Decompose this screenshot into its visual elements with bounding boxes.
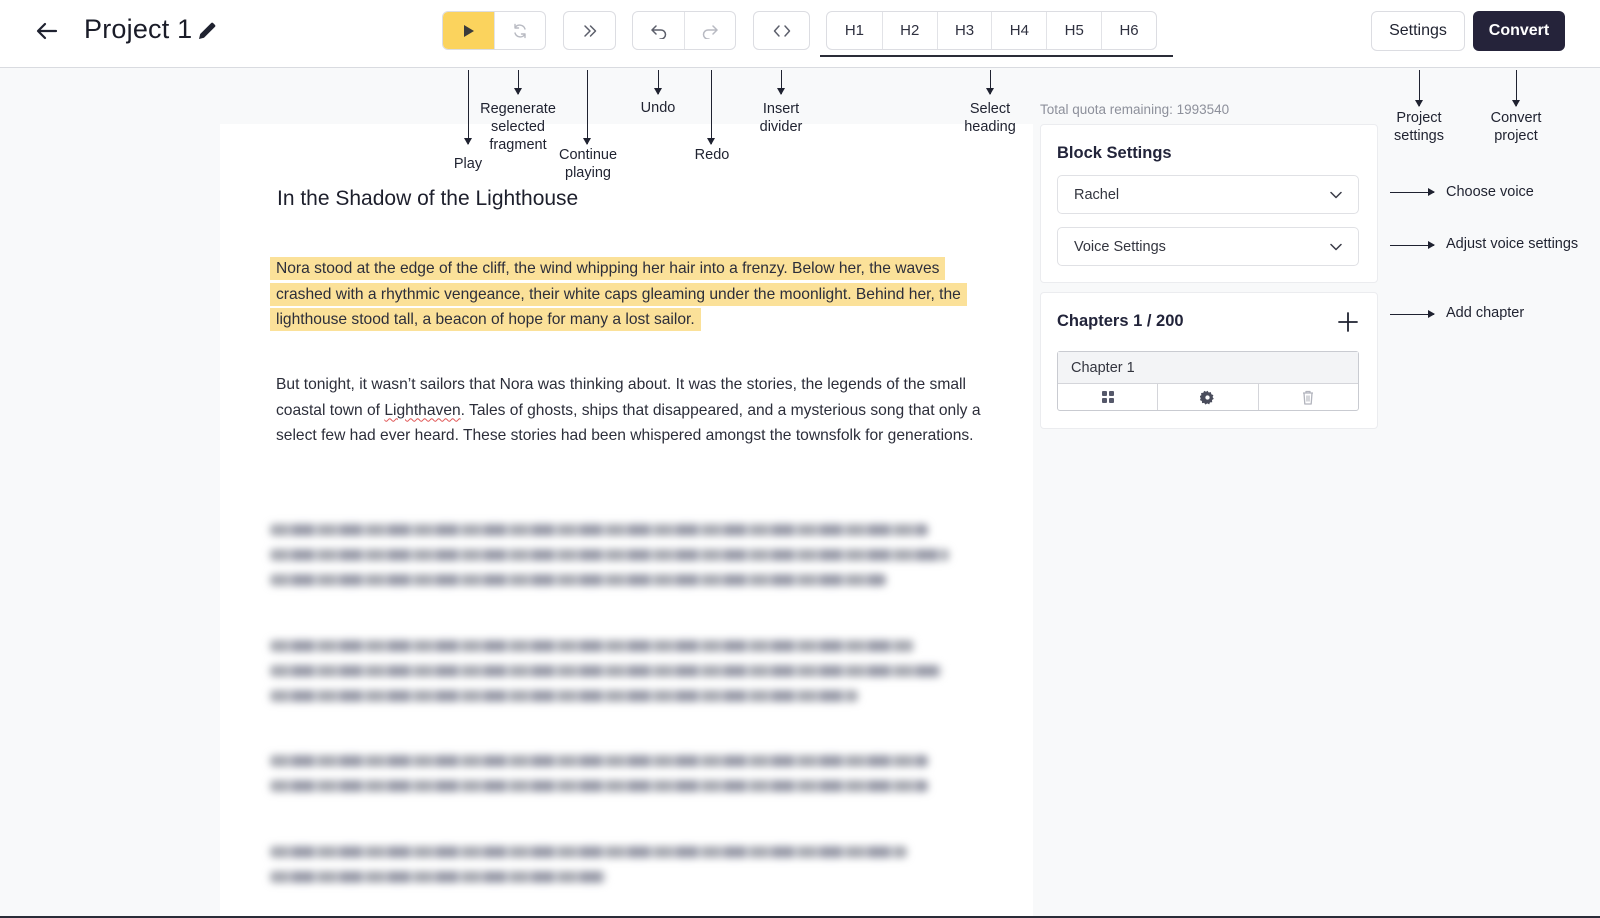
chevron-down-icon	[1330, 191, 1342, 198]
top-bar: Project 1 H1 H2 H3 H4 H5 H6 Settings Con…	[0, 0, 1600, 68]
document-title[interactable]: In the Shadow of the Lighthouse	[277, 187, 578, 211]
divider-annotation: Insert divider	[759, 101, 803, 135]
divider-arrow	[777, 70, 785, 95]
continue-group	[563, 11, 616, 50]
selected-fragment[interactable]: Nora stood at the edge of the cliff, the…	[270, 257, 967, 331]
undo-icon	[650, 24, 666, 39]
add-chapter-annotation: Add chapter	[1446, 305, 1525, 321]
regenerate-arrow	[514, 70, 522, 95]
chapter-item[interactable]: Chapter 1	[1057, 351, 1359, 411]
blurred-paragraph	[270, 640, 970, 715]
heading-h3-button[interactable]: H3	[936, 12, 992, 49]
undo-arrow	[654, 70, 662, 95]
voice-settings-label: Voice Settings	[1074, 238, 1166, 255]
add-chapter-arrow	[1390, 310, 1435, 318]
chapters-card: Chapters 1 / 200 Chapter 1	[1040, 292, 1378, 429]
project-settings-arrow	[1415, 70, 1423, 107]
chevron-down-icon	[1330, 243, 1342, 250]
delete-trash-icon[interactable]	[1257, 384, 1358, 410]
convert-arrow	[1512, 70, 1520, 107]
editor-canvas[interactable]: In the Shadow of the Lighthouse Nora sto…	[220, 124, 1033, 918]
continue-playing-button[interactable]	[564, 12, 615, 49]
blurred-paragraph	[270, 524, 970, 599]
continue-annotation: Continue playing	[558, 147, 618, 181]
heading-h6-button[interactable]: H6	[1101, 12, 1156, 49]
heading-h5-button[interactable]: H5	[1046, 12, 1101, 49]
double-chevron-right-icon	[583, 24, 596, 37]
misspelled-word[interactable]: Lighthaven	[384, 402, 460, 419]
refresh-icon	[514, 23, 526, 38]
redo-button[interactable]	[684, 12, 735, 49]
play-button[interactable]	[443, 12, 495, 49]
redo-annotation: Redo	[694, 147, 730, 163]
project-title: Project 1	[84, 14, 193, 44]
play-annotation: Play	[453, 156, 483, 172]
settings-button[interactable]: Settings	[1371, 11, 1465, 51]
voice-select-value: Rachel	[1074, 186, 1120, 203]
code-brackets-icon	[773, 24, 790, 37]
paragraph-highlighted[interactable]: Nora stood at the edge of the cliff, the…	[270, 256, 982, 333]
divider-group	[753, 11, 810, 50]
voice-settings-select[interactable]: Voice Settings	[1057, 227, 1359, 266]
heading-annotation: Select heading	[964, 101, 1016, 135]
convert-annotation: Convert project	[1490, 110, 1542, 144]
choose-voice-arrow	[1390, 188, 1435, 196]
convert-button[interactable]: Convert	[1473, 11, 1565, 51]
heading-h1-button[interactable]: H1	[827, 12, 882, 49]
chapter-settings-gear-icon[interactable]	[1157, 384, 1257, 410]
redo-arrow	[707, 70, 715, 145]
undo-annotation: Undo	[640, 100, 676, 116]
block-settings-card: Block Settings Rachel Voice Settings	[1040, 124, 1378, 283]
play-icon	[463, 24, 474, 37]
adjust-voice-arrow	[1390, 241, 1435, 249]
heading-underline	[820, 55, 1173, 57]
insert-divider-button[interactable]	[754, 12, 809, 49]
regenerate-button[interactable]	[494, 12, 545, 49]
heading-h2-button[interactable]: H2	[881, 12, 937, 49]
drag-handle-grid-icon[interactable]	[1058, 384, 1157, 410]
undo-button[interactable]	[633, 12, 684, 49]
redo-icon	[702, 24, 718, 39]
play-arrow	[464, 70, 472, 145]
playback-group	[442, 11, 546, 50]
heading-arrow	[986, 70, 994, 95]
back-arrow-icon[interactable]	[32, 16, 62, 46]
paragraph-2[interactable]: But tonight, it wasn’t sailors that Nora…	[270, 372, 982, 449]
choose-voice-annotation: Choose voice	[1446, 184, 1534, 200]
history-group	[632, 11, 736, 50]
project-settings-annotation: Project settings	[1394, 110, 1444, 144]
block-settings-title: Block Settings	[1057, 144, 1172, 162]
voice-select[interactable]: Rachel	[1057, 175, 1359, 214]
add-chapter-plus-icon[interactable]	[1337, 311, 1361, 335]
blurred-paragraph	[270, 755, 970, 805]
edit-title-pencil-icon[interactable]	[196, 20, 220, 44]
heading-group: H1 H2 H3 H4 H5 H6	[826, 11, 1157, 50]
chapters-title: Chapters 1 / 200	[1057, 312, 1184, 330]
continue-arrow	[583, 70, 591, 145]
blurred-paragraph	[270, 846, 970, 896]
adjust-voice-annotation: Adjust voice settings	[1446, 236, 1579, 252]
chapter-name[interactable]: Chapter 1	[1058, 352, 1358, 384]
heading-h4-button[interactable]: H4	[991, 12, 1046, 49]
quota-remaining: Total quota remaining: 1993540	[1040, 102, 1230, 117]
